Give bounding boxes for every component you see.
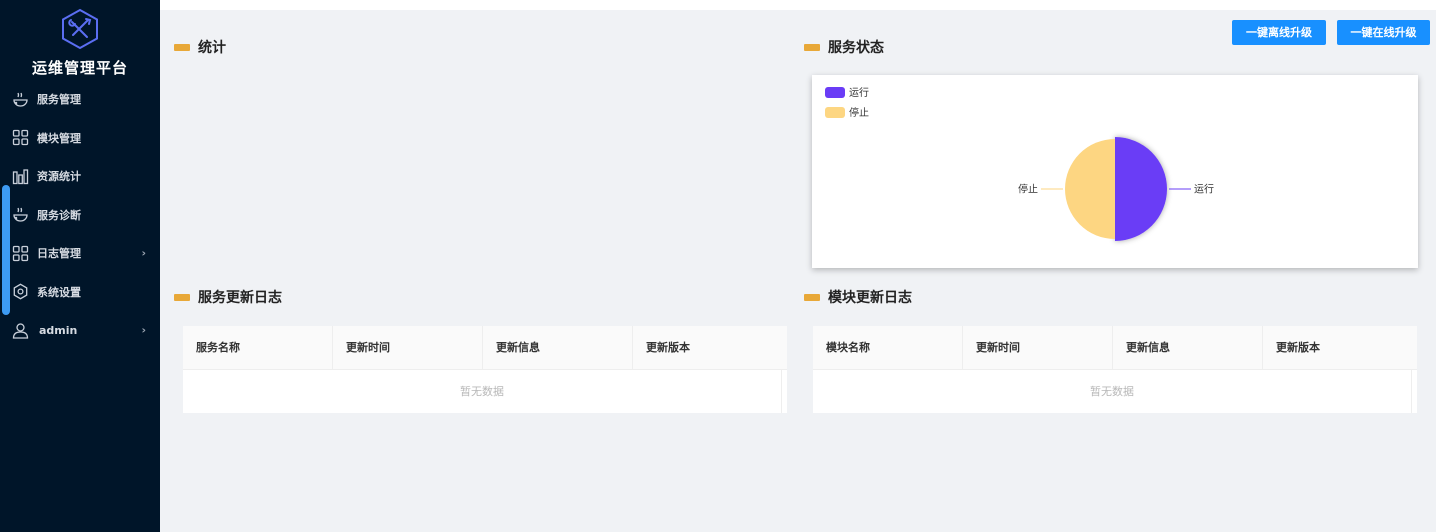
service-status-chart: 运行 停止 运行 停止 [812, 75, 1418, 268]
online-upgrade-button[interactable]: 一键在线升级 [1337, 20, 1430, 45]
sidebar-item-label: 日志管理 [37, 247, 81, 261]
section-title-text: 模块更新日志 [828, 290, 912, 306]
grid-icon [12, 129, 29, 146]
sidebar-item-user-admin[interactable]: admin › [0, 311, 160, 350]
sidebar-scrollbar[interactable] [2, 185, 10, 315]
legend-label[interactable]: 运行 [849, 86, 869, 99]
sidebar-item-label: 系统设置 [37, 285, 81, 299]
sidebar-menu: 服务管理 模块管理 资源统计 服务诊断 日志管理 › 系统设置 admin › [0, 80, 160, 350]
section-title-text: 统计 [198, 40, 226, 56]
chevron-right-icon: › [141, 246, 146, 260]
section-service-log: 服务更新日志 [174, 287, 282, 307]
sidebar-item-label: admin [39, 323, 78, 337]
column-header[interactable]: 模块名称 [813, 326, 963, 370]
tools-logo-icon [62, 8, 98, 50]
table-header: 服务名称 更新时间 更新信息 更新版本 [183, 326, 787, 370]
legend-label[interactable]: 停止 [849, 106, 869, 119]
column-header[interactable]: 更新时间 [333, 326, 483, 370]
section-service-status: 服务状态 [804, 37, 884, 57]
service-bowl-icon [12, 206, 29, 223]
gear-icon [12, 283, 29, 300]
section-marker [174, 293, 190, 301]
offline-upgrade-button[interactable]: 一键离线升级 [1232, 20, 1326, 45]
section-stats: 统计 [174, 37, 226, 57]
column-header[interactable]: 更新时间 [963, 326, 1113, 370]
section-marker [804, 43, 820, 51]
section-marker [804, 293, 820, 301]
grid-icon [12, 245, 29, 262]
top-bar [160, 0, 1436, 10]
sidebar-item-label: 服务诊断 [37, 208, 81, 222]
pie-slice[interactable] [1115, 137, 1167, 241]
chevron-right-icon: › [141, 323, 146, 337]
logo-area: 运维管理平台 [0, 8, 160, 78]
app-title: 运维管理平台 [31, 59, 128, 77]
column-header[interactable]: 更新信息 [1113, 326, 1263, 370]
legend-swatch[interactable] [825, 87, 845, 98]
sidebar-item-system-settings[interactable]: 系统设置 [0, 273, 160, 312]
sidebar-item-label: 服务管理 [37, 93, 81, 107]
pie-slice-label: 运行 [1194, 183, 1214, 196]
sidebar-item-log-manage[interactable]: 日志管理 › [0, 234, 160, 273]
section-title-text: 服务状态 [828, 40, 884, 56]
sidebar: 运维管理平台 服务管理 模块管理 资源统计 服务诊断 日志管理 › 系统设置 a… [0, 0, 160, 532]
bar-chart-icon [12, 168, 29, 185]
legend-swatch[interactable] [825, 107, 845, 118]
pie-slice[interactable] [1065, 139, 1115, 239]
sidebar-item-service-manage[interactable]: 服务管理 [0, 80, 160, 119]
pie-chart-svg: 运行停止运行停止 [825, 86, 1214, 241]
empty-state: 暂无数据 [183, 370, 782, 413]
column-header[interactable]: 更新版本 [1263, 326, 1413, 370]
sidebar-item-module-manage[interactable]: 模块管理 [0, 119, 160, 158]
sidebar-item-service-diagnose[interactable]: 服务诊断 [0, 196, 160, 235]
section-title-text: 服务更新日志 [198, 290, 282, 306]
sidebar-item-label: 模块管理 [37, 131, 81, 145]
section-marker [174, 43, 190, 51]
table-header: 模块名称 更新时间 更新信息 更新版本 [813, 326, 1417, 370]
section-module-log: 模块更新日志 [804, 287, 912, 307]
sidebar-item-resource-stats[interactable]: 资源统计 [0, 157, 160, 196]
column-header[interactable]: 更新信息 [483, 326, 633, 370]
column-header[interactable]: 服务名称 [183, 326, 333, 370]
empty-state: 暂无数据 [813, 370, 1412, 413]
service-bowl-icon [12, 91, 29, 108]
user-icon [12, 322, 29, 339]
service-log-table: 服务名称 更新时间 更新信息 更新版本 暂无数据 [183, 326, 787, 413]
pie-slice-label: 停止 [1018, 183, 1038, 196]
module-log-table: 模块名称 更新时间 更新信息 更新版本 暂无数据 [813, 326, 1417, 413]
sidebar-item-label: 资源统计 [37, 170, 81, 184]
column-header[interactable]: 更新版本 [633, 326, 783, 370]
